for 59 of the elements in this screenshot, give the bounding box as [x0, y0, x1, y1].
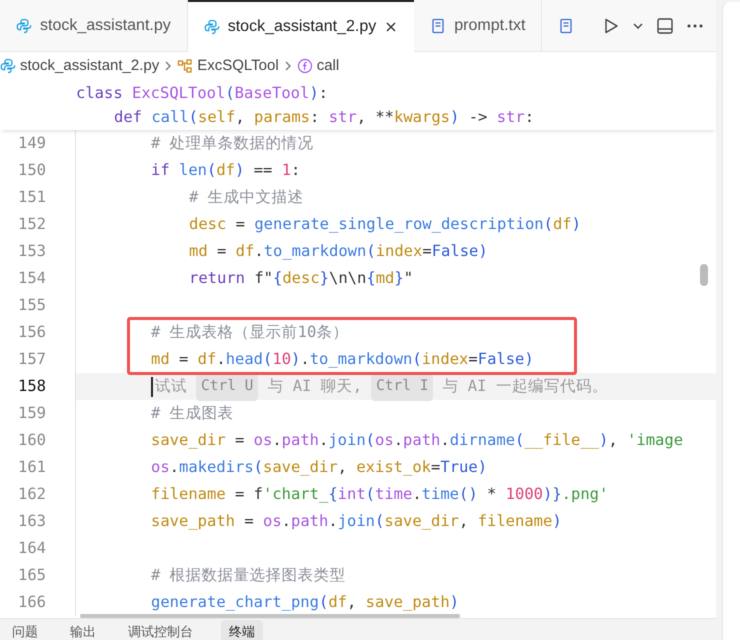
code-line: # 处理单条数据的情况 [151, 133, 314, 154]
line-number: 152 [17, 214, 47, 235]
code-line: class ExcSQLTool(BaseTool): [76, 83, 328, 104]
line-number: 157 [17, 349, 47, 370]
code-line: save_dir = os.path.join(os.path.dirname(__file__), 'image [151, 430, 684, 451]
code-line: desc = generate_single_row_description(df) [189, 214, 581, 235]
panel-tab[interactable]: 终端 [221, 620, 263, 640]
python-file-icon [204, 19, 220, 35]
line-number: 156 [17, 322, 47, 343]
line-number: 154 [17, 268, 47, 289]
text-file-icon [558, 18, 574, 34]
code-line: generate_chart_png(df, save_path) [151, 592, 460, 613]
line-number: 159 [17, 403, 47, 424]
line-number: 164 [17, 538, 47, 559]
line-number: 163 [17, 511, 47, 532]
line-number: 161 [17, 457, 47, 478]
code-line: # 根据数据量选择图表类型 [151, 565, 346, 586]
breadcrumb-item[interactable]: call [296, 54, 340, 78]
line-number: 166 [17, 592, 47, 613]
code-line: # 生成中文描述 [189, 187, 304, 208]
text-cursor [151, 376, 153, 396]
line-number: 162 [17, 484, 47, 505]
class-symbol-icon [177, 58, 194, 74]
close-icon[interactable] [384, 20, 398, 34]
code-line: md = df.head(10).to_markdown(index=False) [151, 349, 534, 370]
code-line: # 生成表格（显示前10条） [151, 322, 348, 343]
code-line: save_path = os.path.join(save_dir, filename) [151, 511, 562, 532]
line-number: 158 [17, 376, 47, 397]
line-number: 160 [17, 430, 47, 451]
python-file-icon [16, 18, 32, 34]
chevron-right-icon [282, 60, 293, 72]
line-number: 151 [17, 187, 47, 208]
line-number: 165 [17, 565, 47, 586]
panel-tab[interactable]: 输出 [66, 620, 100, 640]
vertical-scrollbar-thumb[interactable] [700, 264, 708, 286]
text-file-icon [430, 18, 446, 34]
code-line: # 生成图表 [151, 403, 234, 424]
code-line: md = df.to_markdown(index=False) [189, 241, 488, 262]
code-line: filename = f'chart_{int(time.time() * 1000)}.png' [151, 484, 608, 505]
code-line: os.makedirs(save_dir, exist_ok=True) [151, 457, 488, 478]
line-number: 153 [17, 241, 47, 262]
breadcrumb-item[interactable]: stock_assistant_2.py [0, 54, 160, 78]
chevron-right-icon [163, 60, 174, 72]
ai-hint-text: 试试 Ctrl U 与 AI 聊天, Ctrl I 与 AI 一起编写代码。 [155, 372, 608, 401]
breadcrumb-item[interactable]: ExcSQLTool [177, 54, 279, 78]
panel-tab[interactable]: 调试控制台 [124, 620, 197, 640]
panel-tab[interactable]: 问题 [8, 620, 42, 640]
code-line: if len(df) == 1: [151, 160, 300, 181]
python-file-icon [0, 58, 16, 74]
line-number: 155 [17, 295, 47, 316]
code-line: return f"{desc}\n\n{md}" [189, 268, 414, 289]
line-number: 150 [17, 160, 47, 181]
horizontal-scrollbar-thumb[interactable] [80, 614, 460, 618]
line-number: 149 [17, 133, 47, 154]
editor-tab[interactable]: stock_assistant_2.py [188, 0, 414, 52]
function-symbol-icon [296, 58, 313, 74]
split-panel-icon[interactable] [656, 16, 674, 34]
code-line: def call(self, params: str, **kwargs) -> str: [114, 107, 534, 128]
editor-tab[interactable]: prompt.txt [414, 0, 542, 51]
